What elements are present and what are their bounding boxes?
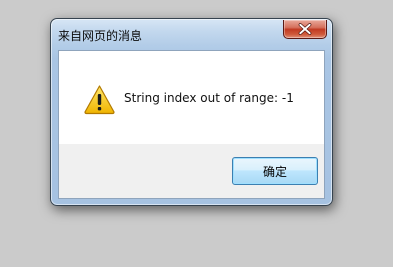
ok-button[interactable]: 确定 [232,157,318,185]
message-dialog: 来自网页的消息 String index out of range: -1 确定 [50,18,333,206]
message-text: String index out of range: -1 [124,91,294,105]
close-icon [298,23,312,35]
message-area: String index out of range: -1 [59,51,324,144]
dialog-body: String index out of range: -1 确定 [58,50,325,199]
dialog-title: 来自网页的消息 [58,29,143,43]
close-button[interactable] [283,20,327,39]
warning-icon [84,85,115,115]
